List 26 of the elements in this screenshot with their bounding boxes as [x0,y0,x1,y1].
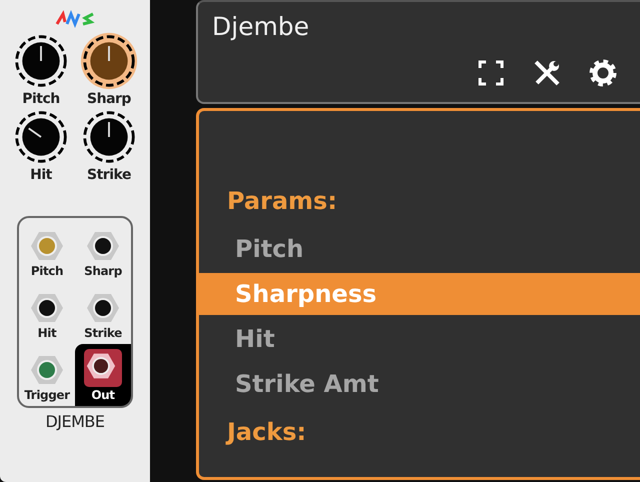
jack-label: Trigger [24,387,70,403]
section-header: Jacks: [224,417,308,448]
section-header: Params: [226,186,338,217]
logo-icon [55,8,95,28]
jack[interactable] [30,291,64,325]
knob-label: Strike [87,166,131,184]
knob-label: Sharp [87,90,131,108]
jack-label: Strike [84,325,122,341]
menu-title: Djembe [212,11,310,43]
jack[interactable] [86,291,120,325]
jack-label: Pitch [30,263,64,279]
tools-icon[interactable] [532,58,562,88]
menu-item[interactable]: Pitch [199,228,640,270]
module-name: DJEMBE [45,412,105,431]
knob[interactable] [80,32,138,90]
fullscreen-icon[interactable] [476,58,506,88]
jack-label: Hit [38,325,56,341]
knob-label: Pitch [22,90,60,108]
settings-icon[interactable] [588,58,618,88]
menu-item[interactable]: Strike Amt [199,363,640,405]
jack[interactable] [86,229,120,263]
menu-item[interactable]: Hit [199,318,640,360]
knob-label: Hit [30,166,52,184]
jack-label: Sharp [84,263,122,279]
jack[interactable] [84,349,122,387]
jack-label: Out [91,387,115,403]
